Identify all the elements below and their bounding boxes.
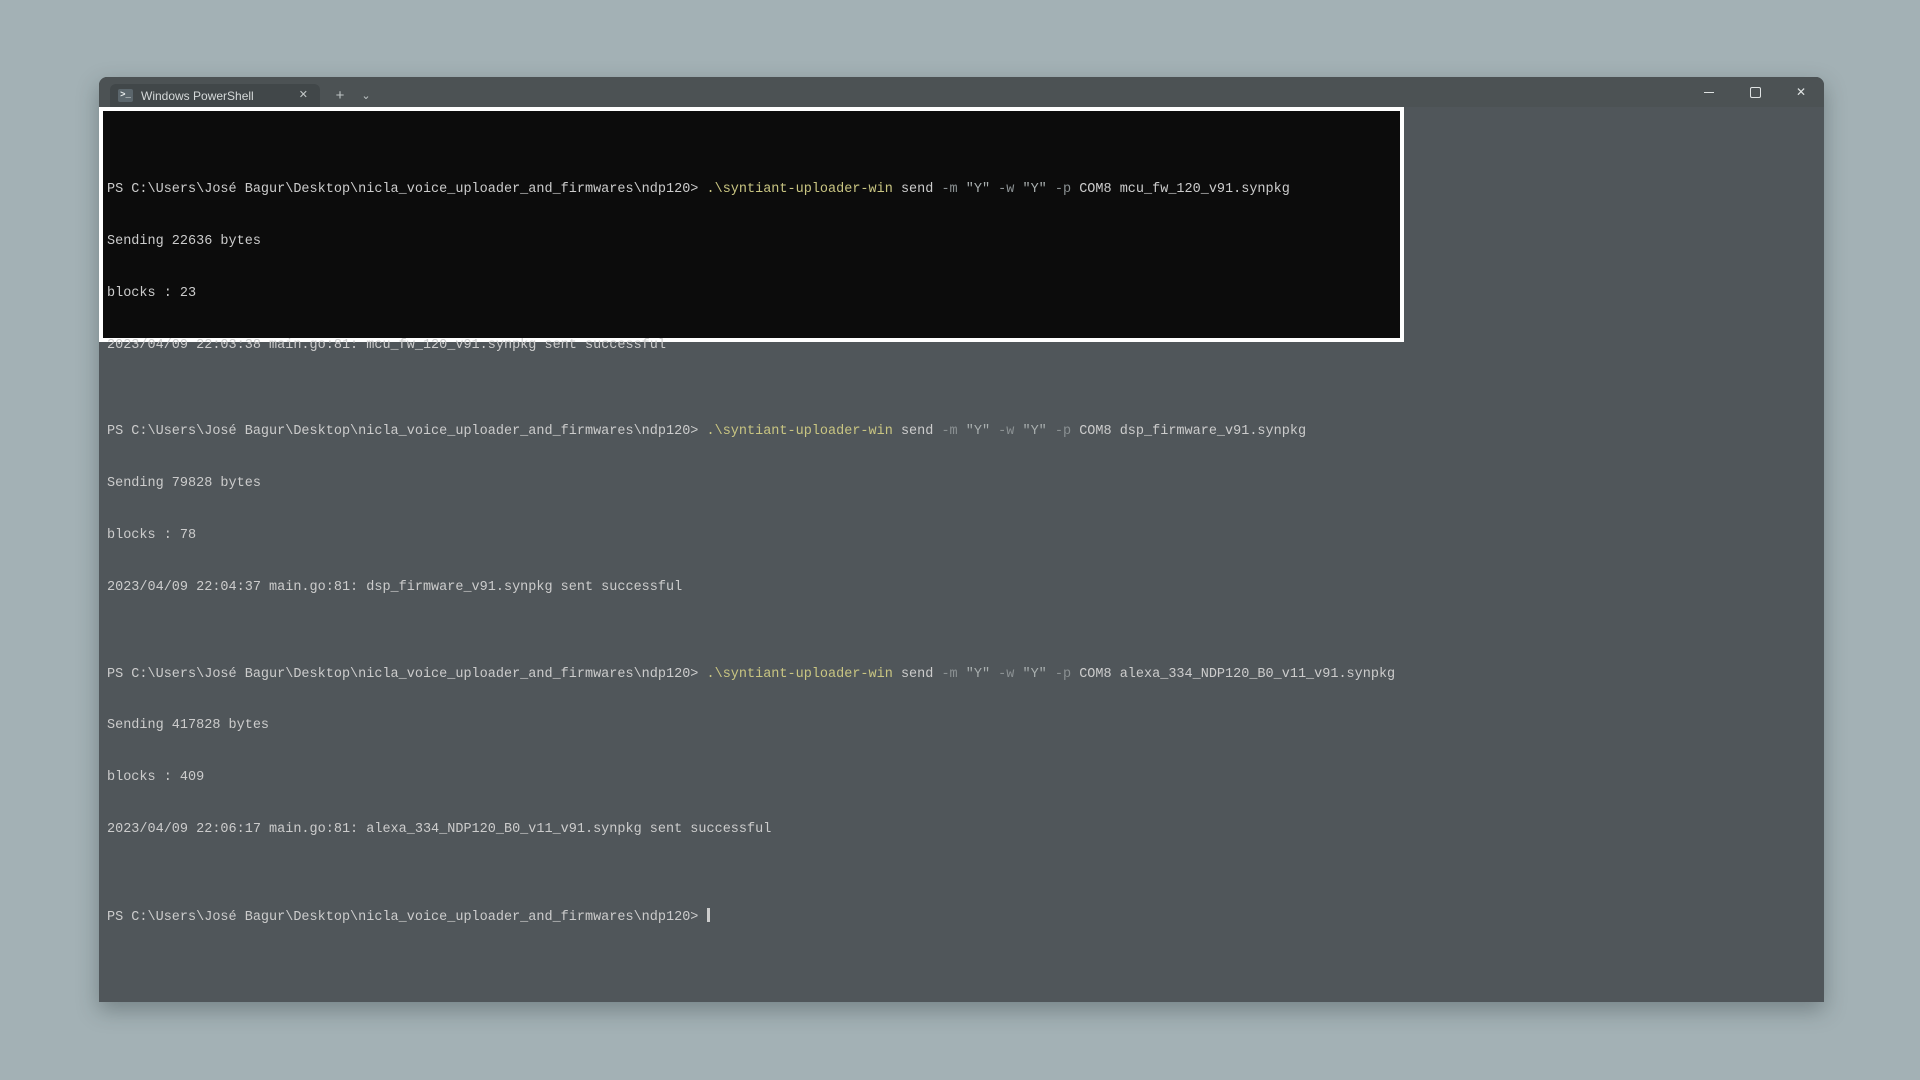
terminal-line-output: 2023/04/09 22:03:38 main.go:81: mcu_fw_1… [107, 337, 1400, 354]
terminal-line-output: Sending 417828 bytes [107, 717, 1400, 734]
terminal-line-output: blocks : 409 [107, 769, 1400, 786]
maximize-button[interactable] [1732, 77, 1778, 107]
plus-icon: + [336, 87, 345, 104]
powershell-icon: >_ [118, 89, 133, 102]
subcommand-token: send [893, 182, 942, 197]
terminal-line-prompt: PS C:\Users\José Bagur\Desktop\nicla_voi… [107, 908, 1400, 926]
close-button[interactable]: ✕ [1778, 77, 1824, 107]
terminal-window: >_ Windows PowerShell ✕ + ⌄ ✕ PS C:\User… [99, 77, 1824, 1002]
command-token: .\syntiant-uploader-win [707, 182, 893, 197]
close-icon: ✕ [1796, 85, 1806, 99]
prompt-text: PS C:\Users\José Bagur\Desktop\nicla_voi… [107, 910, 707, 925]
console-highlight-box: PS C:\Users\José Bagur\Desktop\nicla_voi… [99, 107, 1404, 342]
flag-token: -p [1055, 667, 1079, 682]
string-token: "Y" [966, 424, 998, 439]
argument-token: COM8 dsp_firmware_v91.synpkg [1079, 424, 1306, 439]
flag-token: -m [941, 424, 965, 439]
command-token: .\syntiant-uploader-win [707, 424, 893, 439]
tab-close-icon[interactable]: ✕ [295, 88, 312, 103]
terminal-line-command: PS C:\Users\José Bagur\Desktop\nicla_voi… [107, 666, 1400, 683]
flag-token: -p [1055, 182, 1079, 197]
string-token: "Y" [1022, 182, 1054, 197]
page-background: { "window": { "tab": { "title": "Windows… [0, 0, 1920, 1080]
terminal-line-output: blocks : 23 [107, 285, 1400, 302]
window-controls: ✕ [1686, 77, 1824, 107]
terminal-line-output: 2023/04/09 22:04:37 main.go:81: dsp_firm… [107, 579, 1400, 596]
terminal-line-output: blocks : 78 [107, 527, 1400, 544]
terminal-line-command: PS C:\Users\José Bagur\Desktop\nicla_voi… [107, 181, 1400, 198]
console-output[interactable]: PS C:\Users\José Bagur\Desktop\nicla_voi… [103, 111, 1400, 978]
tab-windows-powershell[interactable]: >_ Windows PowerShell ✕ [110, 84, 320, 107]
string-token: "Y" [1022, 424, 1054, 439]
title-bar[interactable]: >_ Windows PowerShell ✕ + ⌄ ✕ [99, 77, 1824, 107]
prompt-text: PS C:\Users\José Bagur\Desktop\nicla_voi… [107, 667, 707, 682]
maximize-icon [1750, 87, 1761, 98]
minimize-icon [1704, 92, 1714, 93]
text-cursor [707, 908, 710, 922]
minimize-button[interactable] [1686, 77, 1732, 107]
prompt-text: PS C:\Users\José Bagur\Desktop\nicla_voi… [107, 182, 707, 197]
argument-token: COM8 alexa_334_NDP120_B0_v11_v91.synpkg [1079, 667, 1395, 682]
flag-token: -w [998, 667, 1022, 682]
terminal-line-command: PS C:\Users\José Bagur\Desktop\nicla_voi… [107, 423, 1400, 440]
terminal-line-output: Sending 79828 bytes [107, 475, 1400, 492]
string-token: "Y" [966, 182, 998, 197]
tab-dropdown-button[interactable]: ⌄ [353, 84, 379, 107]
subcommand-token: send [893, 667, 942, 682]
subcommand-token: send [893, 424, 942, 439]
new-tab-button[interactable]: + [327, 84, 353, 107]
flag-token: -w [998, 424, 1022, 439]
string-token: "Y" [1022, 667, 1054, 682]
argument-token: COM8 mcu_fw_120_v91.synpkg [1079, 182, 1290, 197]
flag-token: -m [941, 182, 965, 197]
command-token: .\syntiant-uploader-win [707, 667, 893, 682]
tab-title: Windows PowerShell [141, 89, 295, 103]
chevron-down-icon: ⌄ [361, 89, 370, 102]
prompt-text: PS C:\Users\José Bagur\Desktop\nicla_voi… [107, 424, 707, 439]
flag-token: -m [941, 667, 965, 682]
terminal-line-output: Sending 22636 bytes [107, 233, 1400, 250]
flag-token: -w [998, 182, 1022, 197]
string-token: "Y" [966, 667, 998, 682]
flag-token: -p [1055, 424, 1079, 439]
terminal-line-output: 2023/04/09 22:06:17 main.go:81: alexa_33… [107, 821, 1400, 838]
